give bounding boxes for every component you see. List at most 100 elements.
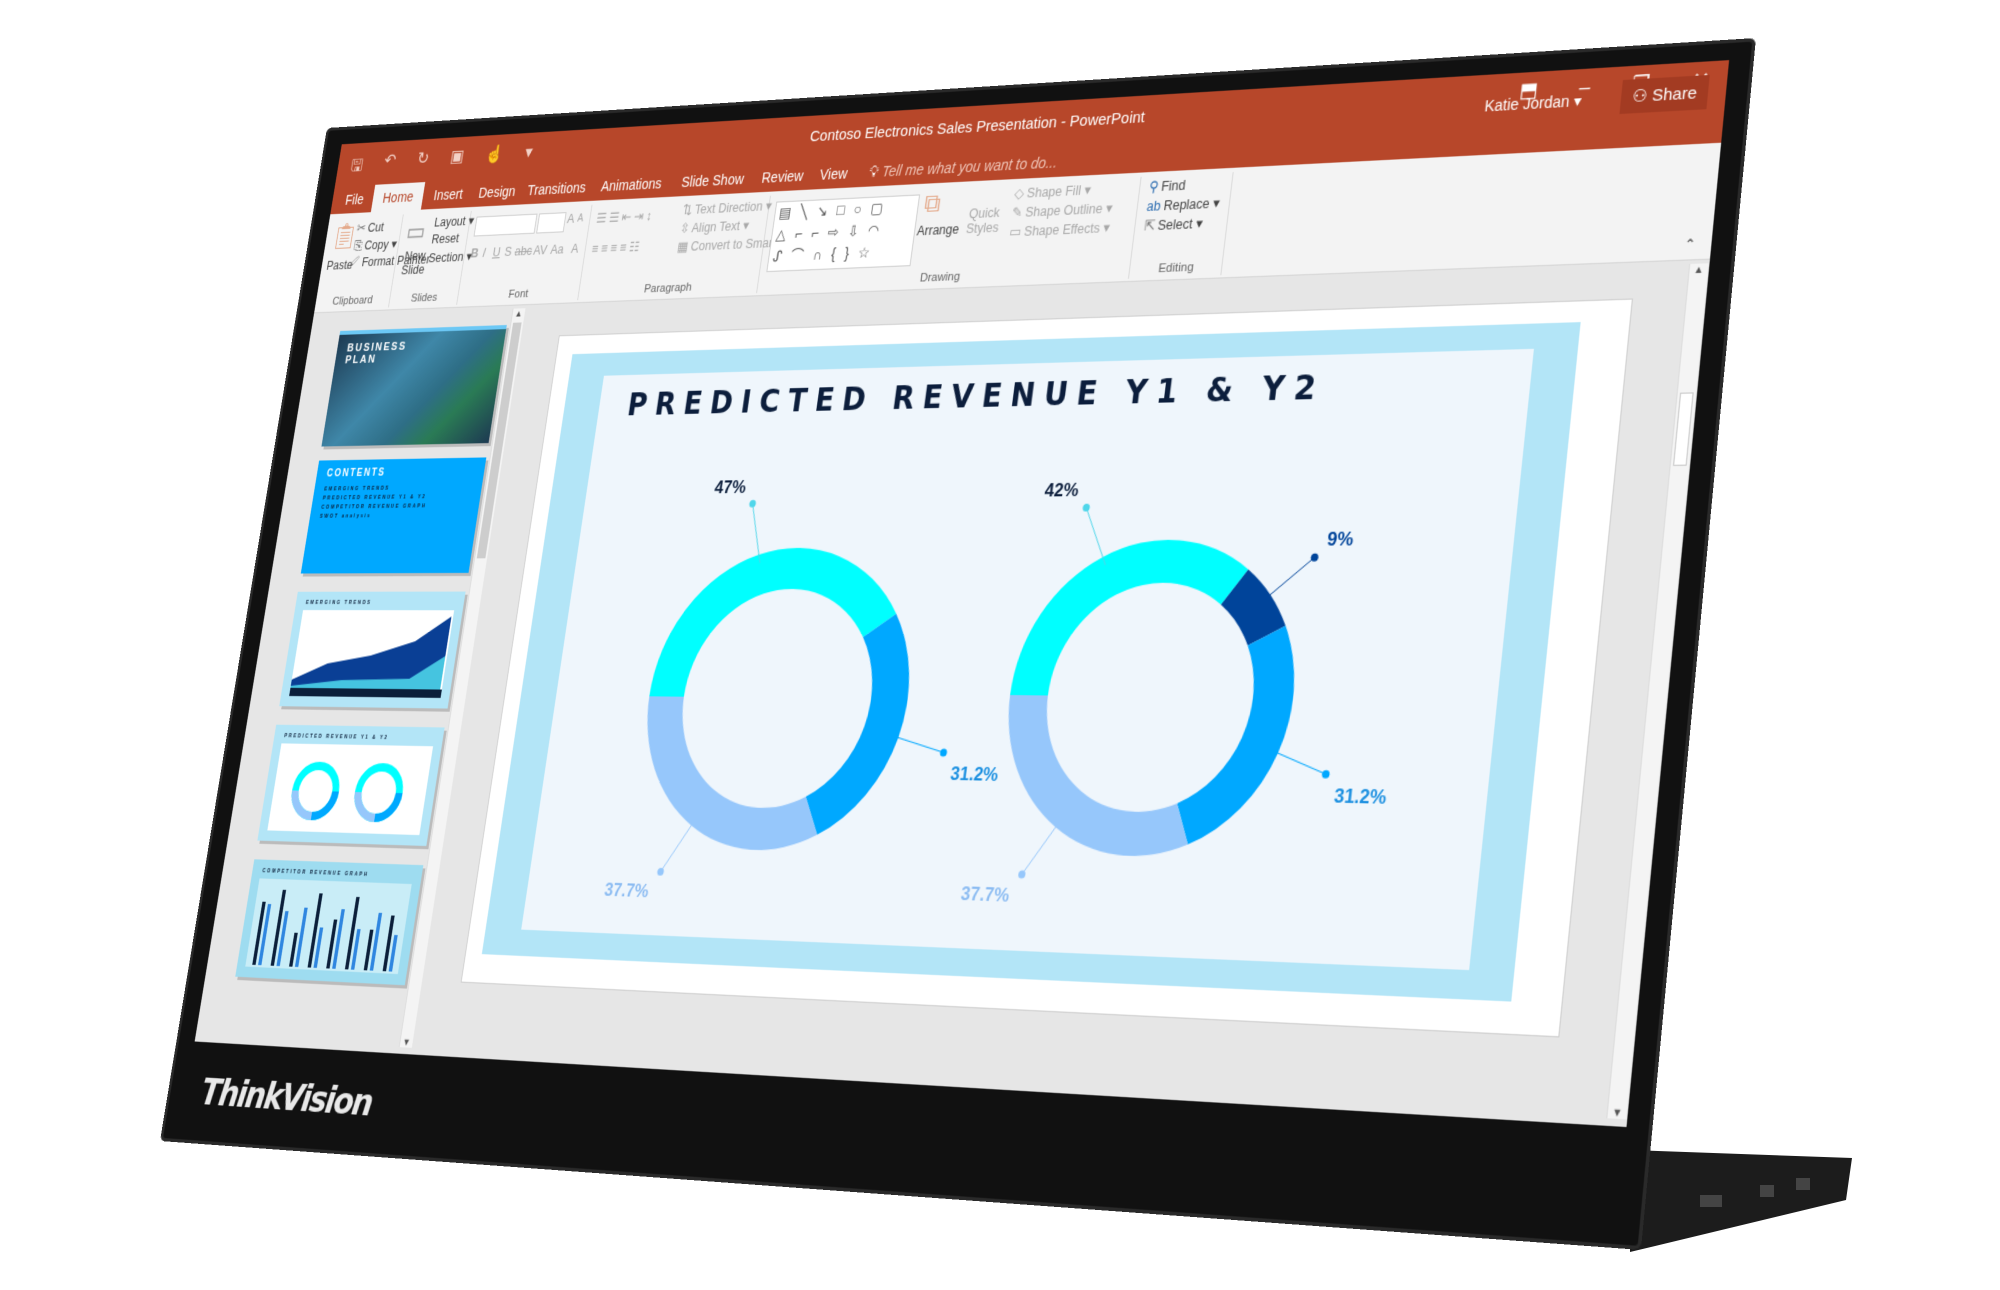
bullets-icon[interactable]: ☰ ☰ ⇤ ⇥ ↕: [595, 208, 653, 226]
select-button[interactable]: ⇱Select ▾: [1143, 215, 1203, 234]
font-group: A A B I U S abc AV Aa A Font: [457, 204, 593, 305]
data-label: 37.7%: [603, 881, 650, 903]
replace-icon: ab: [1145, 198, 1162, 215]
slide-thumbnail-4[interactable]: PREDICTED REVENUE Y1 & Y2: [257, 724, 445, 846]
data-label: 31.2%: [1333, 787, 1388, 810]
leader-line: [889, 735, 946, 752]
powerpoint-window: 🖫 ↶ ↻ ▣ ☝ ▾ Contoso Electronics Sales Pr…: [194, 60, 1730, 1128]
contents-item: EMERGING TRENDS: [323, 485, 391, 493]
align-text-icon: ⇳: [678, 221, 691, 236]
grow-font-button[interactable]: A: [566, 212, 575, 226]
scrollbar-thumb[interactable]: [1672, 392, 1694, 466]
font-label: Font: [507, 287, 530, 301]
thumbnail-title: PREDICTED REVENUE Y1 & Y2: [283, 733, 389, 742]
drawing-group: ▤ ╲ ↘ □ ○ ▢ △ ⌐ ⌐ ⇨ ⇩ ◠ ᔑ ⌒ ∩ { } ☆ ⧉ Ar…: [757, 176, 1142, 294]
tab-file[interactable]: File: [334, 185, 376, 214]
donut-segment[interactable]: [800, 613, 919, 837]
thumbnail-title: CONTENTS: [325, 467, 387, 480]
tab-slide-show[interactable]: Slide Show: [669, 164, 757, 197]
paragraph-label: Paragraph: [643, 281, 693, 296]
thinkvision-logo: ThinkVision: [197, 1070, 375, 1126]
leader-dot: [656, 867, 665, 876]
italic-button[interactable]: I: [482, 246, 487, 260]
copy-icon: ⎘: [352, 238, 364, 254]
usb-c-port-icon: [1700, 1195, 1722, 1207]
editing-label: Editing: [1157, 260, 1195, 276]
shadow-button[interactable]: S: [504, 245, 513, 259]
text-direction-button[interactable]: ⇅ Text Direction ▾: [682, 198, 773, 218]
new-slide-icon[interactable]: ▭: [404, 217, 427, 247]
leader-dot: [1310, 553, 1319, 562]
donut-segment[interactable]: [1010, 539, 1252, 698]
align-text-button[interactable]: ⇳ Align Text ▾: [679, 217, 750, 236]
leader-dot: [748, 499, 757, 508]
slide-thumbnail-2[interactable]: CONTENTS EMERGING TRENDS PREDICTED REVEN…: [300, 457, 487, 574]
tab-animations[interactable]: Animations: [589, 168, 674, 201]
leader-dot: [1082, 503, 1091, 512]
slides-label: Slides: [410, 291, 439, 305]
scroll-down-icon[interactable]: ▼: [1607, 1106, 1627, 1120]
replace-button[interactable]: abReplace ▾: [1145, 194, 1221, 215]
donut-segment[interactable]: [990, 695, 1206, 858]
leader-line: [1263, 557, 1314, 600]
new-slide-button[interactable]: New Slide: [398, 248, 431, 278]
contents-item: SWOT analysis: [319, 513, 372, 520]
slide-thumbnail-5[interactable]: COMPETITOR REVENUE GRAPH: [235, 859, 424, 986]
donut-chart-thumbnail: [267, 743, 434, 836]
font-name-dropdown[interactable]: [473, 213, 538, 237]
scroll-up-icon[interactable]: ▲: [1689, 263, 1708, 275]
thumbnail-title: BUSINESS PLAN: [344, 340, 408, 367]
char-spacing-button[interactable]: AV: [532, 243, 548, 258]
font-color-button[interactable]: A: [570, 242, 579, 256]
user-name: Katie Jordan: [1483, 92, 1571, 115]
donut-charts[interactable]: 47% 31.2% 37.7% 42% 9% 31.2% 37.7%: [462, 300, 1632, 1037]
leader-dot: [1321, 769, 1331, 779]
thumbnail-title: EMERGING TRENDS: [305, 599, 373, 607]
thumbnail-title: COMPETITOR REVENUE GRAPH: [261, 867, 370, 879]
slide-thumbnail-1[interactable]: BUSINESS PLAN: [321, 324, 507, 447]
shape-outline-button[interactable]: ✎ Shape Outline ▾: [1011, 200, 1113, 221]
slide-canvas[interactable]: PREDICTED REVENUE Y1 & Y2 47% 31.2% 37.7% 4…: [461, 299, 1632, 1037]
collapse-ribbon-icon[interactable]: ⌃: [1683, 236, 1696, 253]
slide-thumbnail-3[interactable]: EMERGING TRENDS: [279, 591, 466, 709]
cut-button[interactable]: ✂Cut: [356, 219, 385, 235]
leader-line: [661, 817, 697, 872]
donut-segment[interactable]: [1172, 625, 1302, 848]
donut-segment[interactable]: [649, 547, 906, 700]
share-label: Share: [1651, 83, 1698, 106]
shape-fill-button[interactable]: ◇ Shape Fill ▾: [1014, 182, 1092, 202]
share-button[interactable]: ⚇ Share: [1619, 74, 1710, 115]
effects-icon: ▭: [1008, 224, 1022, 240]
reset-button[interactable]: Reset: [431, 231, 460, 246]
bold-button[interactable]: B: [470, 246, 480, 260]
donut-segment[interactable]: [627, 696, 836, 852]
font-size-dropdown[interactable]: [536, 212, 567, 234]
scroll-up-icon[interactable]: ▲: [512, 308, 526, 319]
align-icons[interactable]: ≡ ≡ ≡ ≡ ☷: [591, 239, 641, 256]
arrange-icon[interactable]: ⧉: [922, 189, 942, 219]
power-button-icon: [1796, 1178, 1810, 1190]
quick-styles-button[interactable]: Quick Styles: [963, 205, 1003, 236]
find-button[interactable]: ⚲Find: [1148, 177, 1186, 195]
shape-effects-button[interactable]: ▭ Shape Effects ▾: [1008, 219, 1110, 240]
text-direction-icon: ⇅: [681, 202, 694, 218]
clipboard-label: Clipboard: [331, 294, 374, 308]
shrink-font-button[interactable]: A: [577, 213, 584, 224]
leader-dot: [939, 748, 948, 757]
brush-icon: 🖌︎: [345, 255, 361, 270]
tab-view[interactable]: View: [807, 158, 861, 190]
layout-button[interactable]: Layout ▾: [433, 213, 475, 230]
shapes-gallery[interactable]: ▤ ╲ ↘ □ ○ ▢ △ ⌐ ⌐ ⇨ ⇩ ◠ ᔑ ⌒ ∩ { } ☆: [766, 194, 921, 273]
copy-button[interactable]: ⎘Copy ▾: [353, 236, 398, 254]
underline-button[interactable]: U: [492, 245, 502, 259]
paint-bucket-icon: ◇: [1013, 185, 1025, 202]
leader-line: [1022, 819, 1061, 876]
arrange-button[interactable]: Arrange: [916, 222, 960, 239]
tab-transitions[interactable]: Transitions: [515, 173, 598, 205]
scroll-down-icon[interactable]: ▼: [400, 1036, 414, 1048]
smartart-icon: ▦: [676, 239, 689, 255]
tab-home[interactable]: Home: [370, 182, 426, 213]
tell-me-placeholder: Tell me what you want to do...: [881, 153, 1059, 180]
strikethrough-button[interactable]: abc: [514, 244, 533, 259]
change-case-button[interactable]: Aa: [550, 242, 565, 257]
